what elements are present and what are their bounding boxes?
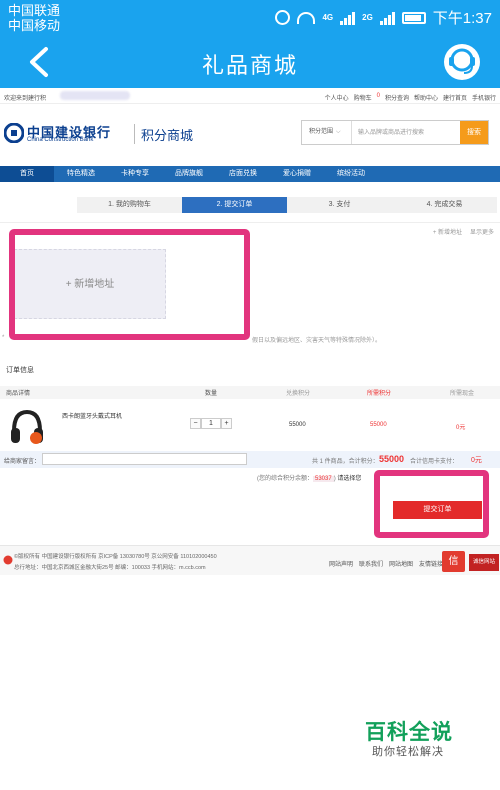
points-query-link[interactable]: 积分查询: [385, 93, 409, 102]
seller-message-input[interactable]: [42, 453, 247, 465]
bank-name-en: China Construction Bank: [27, 137, 94, 143]
summary-text: 共 1 件商品，合计积分：: [312, 459, 379, 465]
cart-link[interactable]: 购物车: [354, 93, 372, 102]
submit-order-button[interactable]: 提交订单: [393, 501, 482, 519]
summary-cash: 0元: [471, 457, 482, 464]
step-pay: 3. 支付: [328, 201, 351, 208]
order-info-title: 订单信息: [6, 367, 34, 374]
ccb-home-link[interactable]: 建行首页: [443, 93, 467, 102]
need-points: 55000: [370, 422, 387, 428]
step-cart: 1. 我的购物车: [108, 201, 151, 208]
qty-decrease-button[interactable]: −: [190, 418, 201, 429]
step-complete: 4. 完成交易: [426, 201, 463, 208]
footer-link-sitemap[interactable]: 网站地图: [389, 559, 413, 568]
footer-link-friends[interactable]: 友情链接: [419, 559, 443, 568]
delivery-notice-prefix: *: [2, 335, 5, 341]
exchange-points: 55000: [289, 422, 306, 428]
cart-count: 0: [376, 93, 380, 99]
search-scope-select[interactable]: 积分范围 ⌵: [302, 121, 352, 144]
ccb-footer-logo-icon: [3, 555, 13, 565]
mall-name: 积分商城: [141, 128, 194, 143]
nav-home[interactable]: 首页: [0, 166, 54, 182]
footer-address: 总行地址：中国北京西城区金融大街25号 邮编：100033 手机网站：m.ccb…: [14, 565, 206, 571]
summary-points: 55000: [379, 454, 405, 464]
col-product: 商品详情: [6, 391, 31, 397]
quantity-stepper: − 1 +: [190, 418, 232, 429]
col-need-points: 所需积分: [367, 391, 392, 397]
watermark-title: 百科全说: [365, 721, 453, 744]
personal-center-link[interactable]: 个人中心: [325, 93, 349, 102]
signal-icon: [340, 11, 356, 25]
footer: ©版权所有 中国建设银行版权所有 京ICP备 13030780号 京公网安备 1…: [0, 545, 500, 575]
points-balance: (您的综合积分余额： 53037) 请选择您: [257, 476, 362, 482]
honest-site-badge[interactable]: 诚信网站: [469, 554, 499, 571]
checkout-steps: 1. 我的购物车 2. 提交订单 3. 支付 4. 完成交易: [77, 197, 497, 213]
add-address-link[interactable]: + 新增地址: [433, 227, 462, 236]
battery-icon: [401, 11, 426, 24]
summary-cash-text: 合计信用卡支付：: [410, 459, 459, 465]
trust-badge[interactable]: 信: [442, 551, 465, 572]
step-submit-order: 2. 提交订单: [182, 197, 287, 213]
search-input[interactable]: [352, 121, 460, 144]
blurred-username: [60, 91, 130, 100]
product-name[interactable]: 西卡朗蓝牙头戴式耳机: [62, 411, 122, 420]
wifi-icon: [297, 11, 316, 24]
search-box: 积分范围⌵ 搜索: [301, 120, 489, 145]
nav-store-exchange[interactable]: 店面兑换: [216, 166, 270, 182]
message-row: 给商家留言： 共 1 件商品，合计积分： 55000 合计信用卡支付： 0元: [0, 451, 500, 468]
alarm-icon: [275, 10, 291, 25]
mobile-bank-link[interactable]: 手机银行: [472, 93, 496, 102]
app-title: 礼品商城: [201, 53, 298, 78]
col-points: 兑换积分: [286, 391, 311, 397]
top-links-bar: 欢迎来到建行积 个人中心 购物车 0 积分查询 帮助中心 建行首页 手机银行: [0, 90, 500, 104]
show-more-link[interactable]: 显示更多: [470, 227, 494, 236]
customer-service-icon[interactable]: [442, 42, 482, 82]
nav-activities[interactable]: 缤纷活动: [324, 166, 378, 182]
footer-link-statement[interactable]: 网站声明: [329, 559, 353, 568]
col-qty: 数量: [205, 391, 218, 397]
nav-card-exclusive[interactable]: 卡种专享: [108, 166, 162, 182]
col-cash: 所需现金: [450, 391, 475, 397]
qty-increase-button[interactable]: +: [221, 418, 232, 429]
watermark-subtitle: 助你轻松解决: [372, 746, 444, 758]
qty-value[interactable]: 1: [201, 418, 221, 429]
help-center-link[interactable]: 帮助中心: [414, 93, 438, 102]
nav-charity[interactable]: 爱心捐赠: [270, 166, 324, 182]
network-type-1: 4G: [322, 12, 334, 22]
network-type-2: 2G: [362, 12, 373, 22]
table-row: 西卡朗蓝牙头戴式耳机 − 1 + 55000 55000 0元: [0, 401, 500, 449]
app-header: 礼品商城: [0, 36, 500, 88]
carrier-2: 中国移动: [8, 18, 61, 33]
ccb-logo-icon: [4, 123, 24, 143]
nav-featured[interactable]: 特色精选: [54, 166, 108, 182]
need-cash: 0元: [456, 425, 466, 431]
signal-icon: [379, 11, 395, 25]
chevron-down-icon: ⌵: [336, 129, 341, 135]
clock: 下午1:37: [432, 10, 492, 27]
logo-divider: [134, 124, 135, 144]
highlight-box-address: [9, 229, 250, 340]
delivery-notice: 假日以及偏远地区、灾害天气等特殊情况除外）。: [252, 338, 382, 344]
welcome-text: 欢迎来到建行积: [4, 96, 47, 102]
headphone-product-image[interactable]: [8, 407, 46, 447]
footer-link-contact[interactable]: 联系我们: [359, 559, 383, 568]
confirm-text: 请选择您: [337, 476, 362, 482]
main-nav: 首页 特色精选 卡种专享 品牌旗舰 店面兑换 爱心捐赠 缤纷活动: [0, 166, 500, 182]
message-label: 给商家留言：: [4, 459, 41, 465]
balance-value: 53037: [313, 476, 334, 482]
footer-copyright: ©版权所有 中国建设银行版权所有 京ICP备 13030780号 京公网安备 1…: [14, 554, 217, 560]
carrier-1: 中国联通: [8, 3, 61, 18]
status-bar: 中国联通 中国移动 4G 2G 下午1:37: [0, 0, 500, 36]
search-button[interactable]: 搜索: [460, 121, 488, 144]
nav-brand-flagship[interactable]: 品牌旗舰: [162, 166, 216, 182]
order-table-header: 商品详情 数量 兑换积分 所需积分 所需现金: [0, 386, 500, 399]
brand-row: 中国建设银行 China Construction Bank 积分商城 积分范围…: [0, 106, 500, 158]
